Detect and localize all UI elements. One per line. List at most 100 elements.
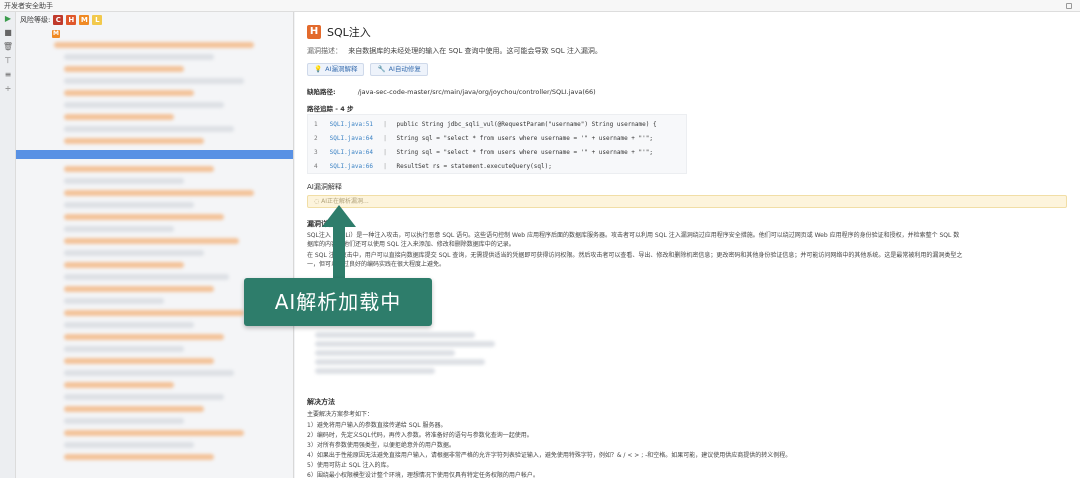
expand-icon[interactable]: ≡ <box>0 68 16 82</box>
tree-item[interactable] <box>64 322 194 328</box>
tree-item-selected[interactable] <box>16 150 293 159</box>
tree-item[interactable] <box>64 370 234 376</box>
tree-root-badge: M <box>52 30 60 38</box>
ai-explain-button[interactable]: 💡 AI漏洞解释 <box>307 63 365 76</box>
window-maximize-icon[interactable] <box>1066 3 1072 9</box>
tree-item[interactable] <box>64 346 184 352</box>
file-link[interactable]: SQLI.java:64 <box>330 146 380 160</box>
risk-label: 风险等级: <box>20 16 51 24</box>
desc-label: 漏洞描述： <box>307 47 342 55</box>
trace-step[interactable]: 1 SQLI.java:51 | public String jdbc_sqli… <box>314 118 680 132</box>
solution-item: 5）使用可防止 SQL 注入的库。 <box>307 462 393 469</box>
code-text: ResultSet rs = statement.executeQuery(sq… <box>396 163 552 170</box>
tree-root-item[interactable]: M <box>52 30 60 38</box>
code-text: String sql = "select * from users where … <box>396 135 653 142</box>
tree-item[interactable] <box>64 442 194 448</box>
detail-paragraph: 据库的内容。他们还可以使用 SQL 注入来添加、修改和删除数据库中的记录。 <box>307 241 515 248</box>
vuln-description: 漏洞描述： 来自数据库的未经处理的输入在 SQL 查询中使用。这可能会导致 SQ… <box>307 46 602 56</box>
solution-intro: 主要解决方案参考如下： <box>307 411 374 418</box>
solution-item: 1）避免将用户输入的参数直接传递给 SQL 服务器。 <box>307 422 447 429</box>
solution-section-label: 解决方法 <box>307 398 335 406</box>
tree-item[interactable] <box>64 286 214 292</box>
tree-item[interactable] <box>64 178 184 184</box>
loading-spinner-icon: ◌ <box>314 198 320 205</box>
blurred-line <box>315 341 495 347</box>
tree-item[interactable] <box>64 190 254 196</box>
risk-filter: 风险等级: C H M L <box>16 12 293 28</box>
path-value[interactable]: /java-sec-code-master/src/main/java/org/… <box>358 88 596 96</box>
wrench-icon: 🔧 <box>377 65 386 73</box>
blurred-line <box>315 368 435 374</box>
trace-step[interactable]: 4 SQLI.java:66 | ResultSet rs = statemen… <box>314 160 680 174</box>
tree-item[interactable] <box>64 250 204 256</box>
tree-item[interactable] <box>64 126 234 132</box>
window-titlebar: 开发者安全助手 <box>0 0 1080 12</box>
severity-medium-button[interactable]: M <box>79 15 90 25</box>
file-link[interactable]: SQLI.java:51 <box>330 118 380 132</box>
file-link[interactable]: SQLI.java:64 <box>330 132 380 146</box>
tree-item[interactable] <box>54 42 254 48</box>
ai-fix-button[interactable]: 🔧 AI自动修复 <box>370 63 428 76</box>
tree-item[interactable] <box>64 406 204 412</box>
tree-item[interactable] <box>64 430 244 436</box>
tree-item[interactable] <box>64 358 214 364</box>
trace-label: 路径追踪 - 4 步 <box>307 105 354 113</box>
tree-item[interactable] <box>64 334 224 340</box>
ai-action-buttons: 💡 AI漏洞解释 🔧 AI自动修复 <box>307 63 428 76</box>
tree-item[interactable] <box>64 298 164 304</box>
code-text: String sql = "select * from users where … <box>396 149 653 156</box>
file-link[interactable]: SQLI.java:66 <box>330 160 380 174</box>
tree-item[interactable] <box>64 54 214 60</box>
issue-tree-panel: 风险等级: C H M L M <box>16 12 294 478</box>
filter-icon[interactable]: ⊤ <box>0 54 16 68</box>
lightbulb-icon: 💡 <box>314 65 323 73</box>
detail-paragraph: 一，但可以通过良好的编码实践在很大程度上避免。 <box>307 261 446 268</box>
tree-item[interactable] <box>64 418 184 424</box>
side-toolbar: ▶ ■ 🗑 ⊤ ≡ ÷ <box>0 12 16 478</box>
path-label: 缺陷路径: <box>307 88 336 96</box>
ai-loading-text: AI正在解析漏洞... <box>321 198 369 205</box>
blurred-line <box>315 359 485 365</box>
tree-item[interactable] <box>64 274 229 280</box>
separator: | <box>383 163 387 170</box>
tree-item[interactable] <box>64 114 174 120</box>
window-title: 开发者安全助手 <box>4 2 53 10</box>
tree-item[interactable] <box>64 310 244 316</box>
line-number: 2 <box>314 135 318 142</box>
tree-item[interactable] <box>64 102 224 108</box>
tree-item[interactable] <box>64 166 214 172</box>
tree-item[interactable] <box>64 226 174 232</box>
tree-item[interactable] <box>64 90 194 96</box>
tree-item[interactable] <box>64 78 244 84</box>
delete-icon[interactable]: 🗑 <box>0 40 16 54</box>
ai-loading-banner: AI解析加载中 <box>244 278 432 326</box>
play-icon[interactable]: ▶ <box>0 12 16 26</box>
blurred-line <box>315 332 475 338</box>
collapse-icon[interactable]: ÷ <box>0 82 16 96</box>
trace-step[interactable]: 2 SQLI.java:64 | String sql = "select * … <box>314 132 680 146</box>
separator: | <box>383 135 387 142</box>
severity-critical-button[interactable]: C <box>53 15 64 25</box>
ai-fix-label: AI自动修复 <box>388 65 421 73</box>
severity-low-button[interactable]: L <box>92 15 103 25</box>
severity-high-button[interactable]: H <box>66 15 77 25</box>
vulnerability-detail-panel: H SQL注入 漏洞描述： 来自数据库的未经处理的输入在 SQL 查询中使用。这… <box>295 12 1080 478</box>
tree-item[interactable] <box>64 262 184 268</box>
tree-item[interactable] <box>64 138 204 144</box>
ai-loading-box: ◌ AI正在解析漏洞... <box>307 195 1067 208</box>
separator: | <box>383 121 387 128</box>
stop-icon[interactable]: ■ <box>0 26 16 40</box>
tree-item[interactable] <box>64 66 184 72</box>
blurred-content <box>315 332 515 380</box>
overlay-arrow-icon <box>322 205 356 285</box>
tree-item[interactable] <box>64 202 194 208</box>
tree-item[interactable] <box>64 454 214 460</box>
solution-item: 2）编码时，先定义SQL代码，再传入参数。将准备好的语句与参数化查询一起使用。 <box>307 432 533 439</box>
tree-item[interactable] <box>64 214 224 220</box>
tree-item[interactable] <box>64 238 239 244</box>
tree-item[interactable] <box>64 394 224 400</box>
vuln-header: H SQL注入 <box>307 24 371 40</box>
tree-item[interactable] <box>64 382 174 388</box>
solution-item: 6）围绕最小权限模型设计整个环境，理想情况下使用仅具有特定任务权限的用户帐户。 <box>307 472 539 478</box>
trace-step[interactable]: 3 SQLI.java:64 | String sql = "select * … <box>314 146 680 160</box>
